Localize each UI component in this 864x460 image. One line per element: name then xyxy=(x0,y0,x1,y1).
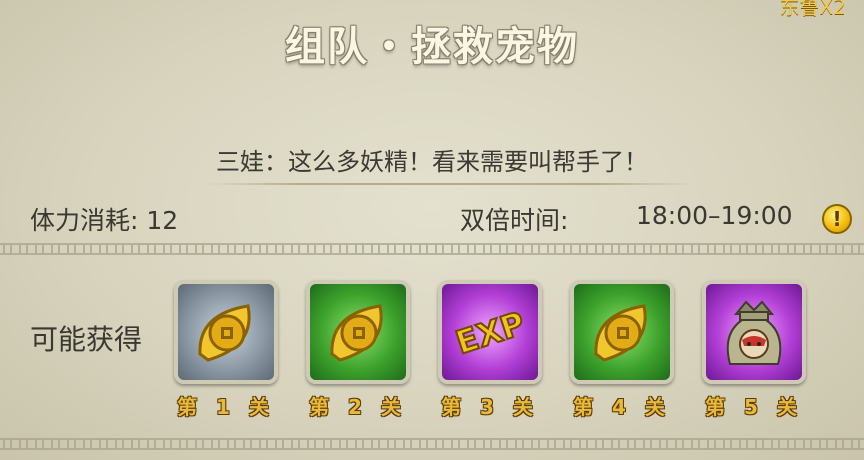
page-title: 组队・拯救宠物 xyxy=(285,24,579,70)
ornament-border xyxy=(0,243,864,255)
npc-dialogue: 三娃：这么多妖精！看来需要叫帮手了！ xyxy=(216,148,648,176)
coin-leaf-icon xyxy=(198,304,251,362)
double-time-label: 双倍时间: xyxy=(460,206,569,235)
ornament-border xyxy=(0,438,864,450)
stage-label: 第 5 关 xyxy=(705,395,803,419)
stamina-cost: 体力消耗: 12 xyxy=(30,201,178,237)
reward-item-2[interactable]: 第 2 关 xyxy=(306,280,418,420)
coin-leaf-icon xyxy=(594,304,647,362)
reward-tile[interactable] xyxy=(702,280,806,384)
coin-leaf-icon xyxy=(330,304,383,362)
stamina-label: 体力消耗: xyxy=(30,206,139,235)
reward-tile[interactable] xyxy=(570,280,674,384)
exp-text: EXP xyxy=(451,304,529,362)
reward-item-5[interactable]: 第 5 关 xyxy=(702,280,814,420)
reward-item-1[interactable]: 第 1 关 xyxy=(174,280,286,420)
pet-bag-icon xyxy=(726,300,782,365)
stage-label: 第 3 关 xyxy=(441,395,539,419)
double-time-value: 18:00–19:00 xyxy=(636,201,793,230)
exclamation-icon[interactable]: ! xyxy=(822,204,852,234)
reward-tile[interactable] xyxy=(174,280,278,384)
reward-tile[interactable] xyxy=(306,280,410,384)
exp-icon: EXP xyxy=(450,303,530,363)
stamina-value: 12 xyxy=(146,206,179,235)
divider xyxy=(205,183,695,185)
rewards-label: 可能获得 xyxy=(30,323,143,356)
reward-item-4[interactable]: 第 4 关 xyxy=(570,280,682,420)
reward-item-3[interactable]: EXP 第 3 关 xyxy=(438,280,550,420)
stage-label: 第 4 关 xyxy=(573,395,671,419)
stage-label: 第 2 关 xyxy=(309,395,407,419)
stage-label: 第 1 关 xyxy=(177,395,275,419)
reward-tile[interactable]: EXP xyxy=(438,280,542,384)
